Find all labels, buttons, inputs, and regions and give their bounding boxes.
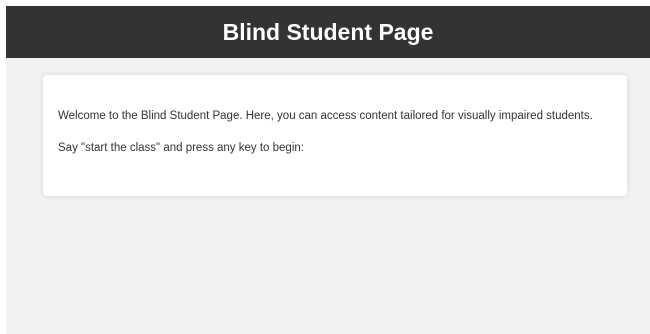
- page-title: Blind Student Page: [222, 18, 434, 45]
- content-card: Welcome to the Blind Student Page. Here,…: [43, 75, 627, 196]
- page: Blind Student Page Welcome to the Blind …: [6, 6, 650, 334]
- page-header: Blind Student Page: [6, 6, 650, 58]
- welcome-text: Welcome to the Blind Student Page. Here,…: [58, 110, 593, 122]
- instruction-text: Say "start the class" and press any key …: [58, 142, 304, 154]
